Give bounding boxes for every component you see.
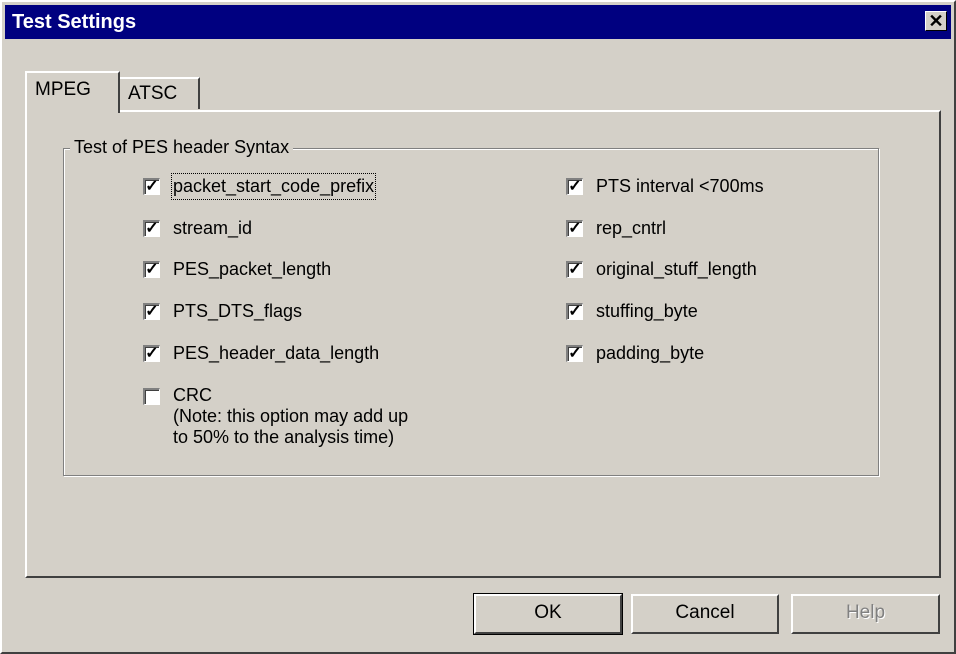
checkbox-checked[interactable]: ✓ [143,261,160,278]
window-title: Test Settings [12,11,137,33]
option-label: PTS interval <700ms [596,176,764,196]
checkbox-checked[interactable]: ✓ [143,178,160,195]
option-stuffing-byte[interactable]: ✓ stuffing_byte [566,300,698,323]
option-label: PTS_DTS_flags [173,301,303,321]
crc-label: CRC [173,385,212,405]
tab-atsc-label: ATSC [128,83,178,104]
checkbox-checked[interactable]: ✓ [566,178,583,195]
checkbox-checked[interactable]: ✓ [566,261,583,278]
tab-atsc[interactable]: ATSC [118,77,200,109]
tab-mpeg-label: MPEG [35,79,91,100]
checkbox-checked[interactable]: ✓ [143,220,160,237]
option-label: PES_header_data_length [173,343,380,363]
ok-button[interactable]: OK [473,593,623,635]
option-label: stream_id [173,218,253,238]
option-pts-dts-flags[interactable]: ✓ PTS_DTS_flags [143,300,302,323]
option-label: rep_cntrl [596,218,667,238]
option-crc[interactable]: CRC (Note: this option may add up to 50%… [143,385,408,448]
option-padding-byte[interactable]: ✓ padding_byte [566,342,704,365]
option-stream-id[interactable]: ✓ stream_id [143,217,252,240]
option-original-stuff-length[interactable]: ✓ original_stuff_length [566,258,757,281]
checkbox-checked[interactable]: ✓ [566,345,583,362]
option-label: CRC (Note: this option may add up to 50%… [173,385,408,448]
tab-mpeg[interactable]: MPEG [25,71,120,113]
group-title: Test of PES header Syntax [70,137,294,158]
option-packet-start-code-prefix[interactable]: ✓ packet_start_code_prefix [143,173,377,200]
option-label: packet_start_code_prefix [170,173,377,200]
checkbox-checked[interactable]: ✓ [143,303,160,320]
option-label: stuffing_byte [596,301,698,321]
crc-note-line1: (Note: this option may add up [173,406,409,426]
option-pes-header-data-length[interactable]: ✓ PES_header_data_length [143,342,379,365]
option-pes-packet-length[interactable]: ✓ PES_packet_length [143,258,331,281]
close-button[interactable]: ✕ [925,11,947,31]
option-label: padding_byte [596,343,705,363]
title-bar[interactable]: Test Settings ✕ [5,5,951,39]
cancel-button[interactable]: Cancel [631,594,779,634]
option-label: original_stuff_length [596,259,757,279]
option-label: PES_packet_length [173,259,332,279]
close-icon: ✕ [928,11,944,31]
checkbox-unchecked[interactable] [143,388,160,405]
option-rep-cntrl[interactable]: ✓ rep_cntrl [566,217,666,240]
option-pts-interval[interactable]: ✓ PTS interval <700ms [566,175,764,198]
checkbox-checked[interactable]: ✓ [566,220,583,237]
help-button[interactable]: Help [791,594,940,634]
checkbox-checked[interactable]: ✓ [143,345,160,362]
checkbox-checked[interactable]: ✓ [566,303,583,320]
crc-note-line2: to 50% to the analysis time) [173,427,395,447]
